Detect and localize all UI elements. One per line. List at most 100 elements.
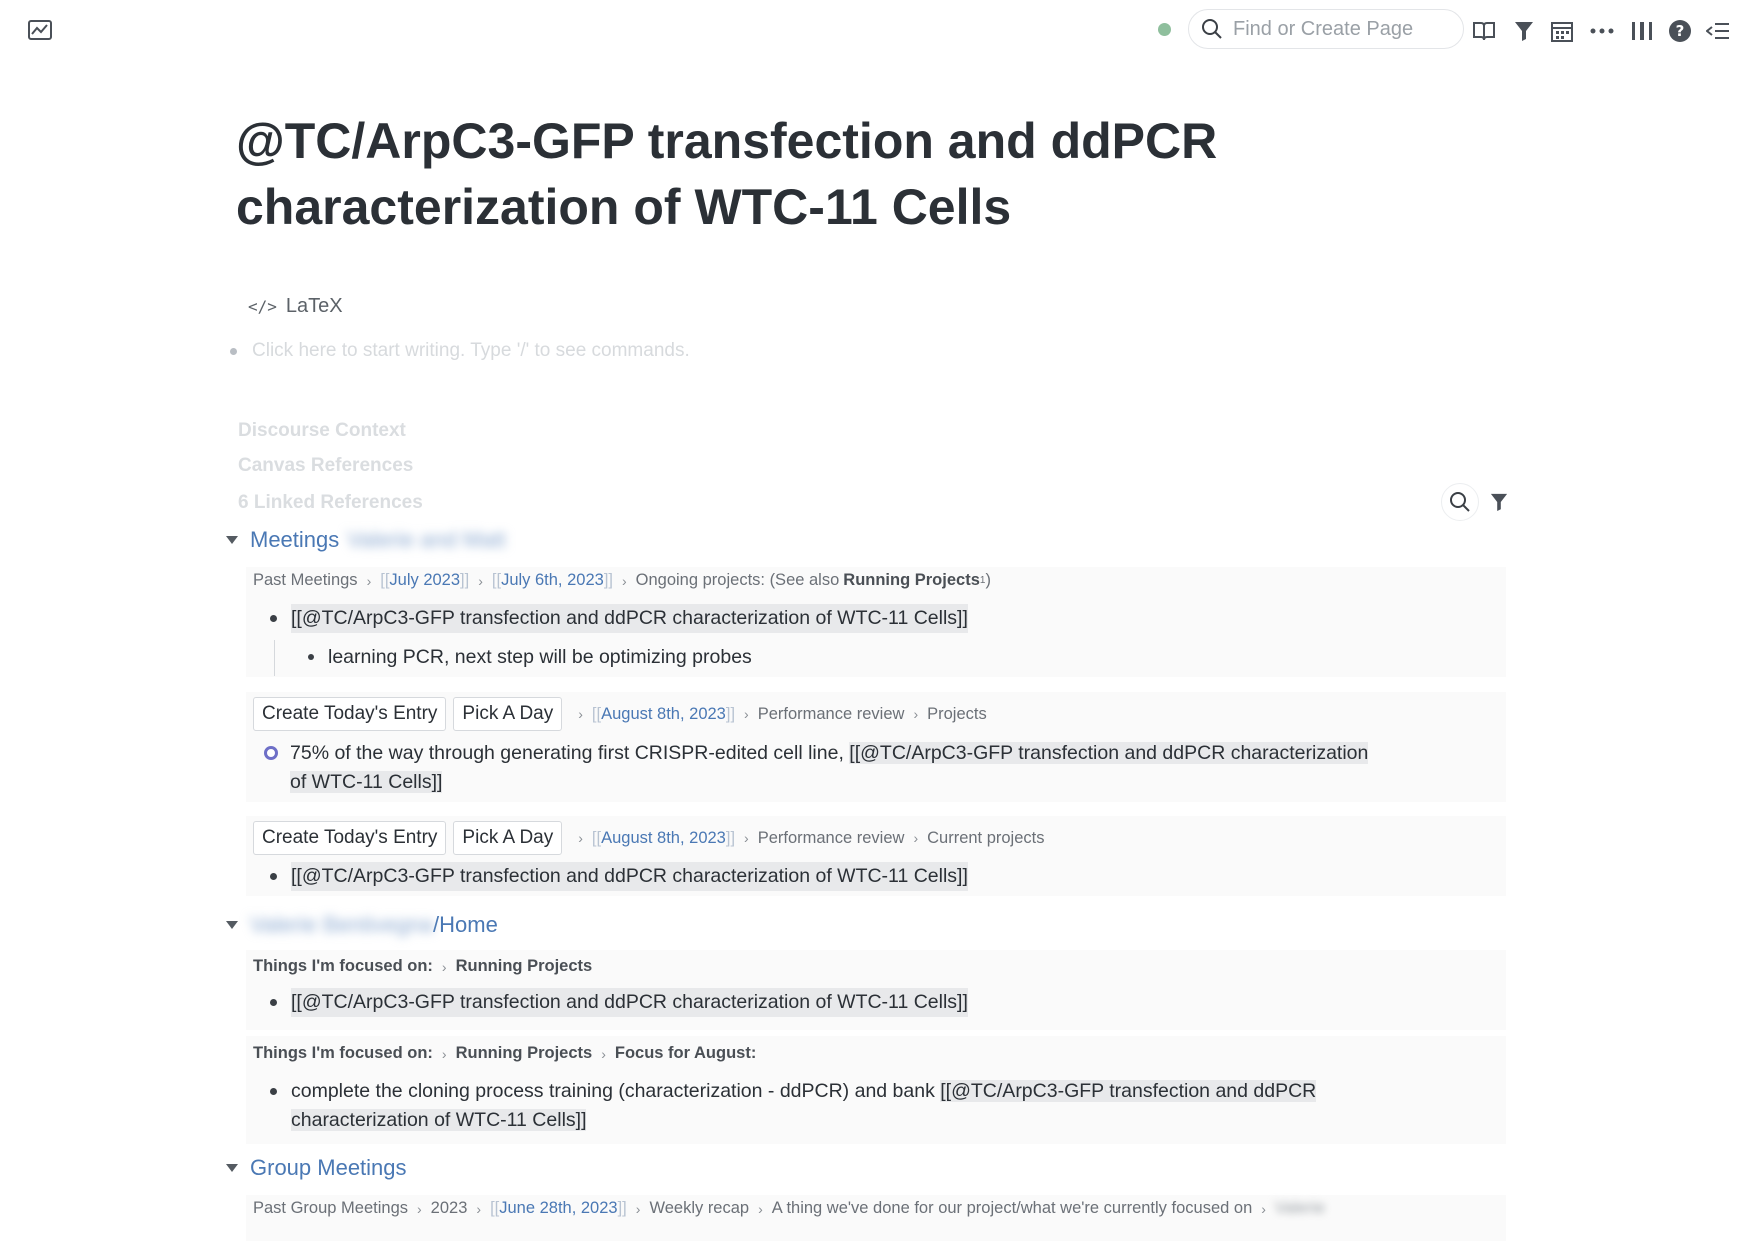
- group-meetings[interactable]: Meetings Valerie and Matt: [226, 527, 506, 553]
- crumb[interactable]: Ongoing projects: (See also: [636, 571, 840, 590]
- chevron-right-icon: ›: [744, 706, 749, 722]
- breadcrumb: Create Today's Entry Pick A Day › [[Augu…: [253, 821, 1045, 855]
- block-bullet: [230, 347, 237, 355]
- linked-references-heading[interactable]: 6 Linked References: [238, 492, 423, 514]
- chevron-right-icon: ›: [1261, 1200, 1266, 1217]
- topbar: ?: [0, 0, 1740, 62]
- chevron-right-icon: ›: [635, 1200, 641, 1217]
- breadcrumb: Create Today's Entry Pick A Day › [[Augu…: [253, 697, 987, 731]
- page-title[interactable]: @TC/ArpC3-GFP transfection and ddPCR cha…: [236, 108, 1336, 240]
- create-todays-entry-button[interactable]: Create Today's Entry: [253, 697, 447, 731]
- page-reference[interactable]: [[@TC/ArpC3-GFP transfection and ddPCR: [940, 1080, 1317, 1102]
- page-reference[interactable]: [[@TC/ArpC3-GFP transfection and ddPCR c…: [291, 862, 968, 891]
- chevron-right-icon: ›: [441, 958, 447, 975]
- group-home[interactable]: Valerie Bentivegna /Home: [226, 912, 498, 938]
- search-icon: [1450, 492, 1470, 512]
- block-bullet[interactable]: [270, 615, 277, 622]
- block-placeholder: Click here to start writing. Type '/' to…: [252, 340, 690, 361]
- search-input[interactable]: [1231, 16, 1455, 42]
- group-title[interactable]: Meetings: [250, 527, 339, 553]
- right-sidebar-icon[interactable]: [1704, 17, 1732, 45]
- sidebar-icon[interactable]: [1628, 17, 1656, 45]
- group-title[interactable]: /Home: [433, 912, 498, 938]
- page-reference-cont[interactable]: of WTC-11 Cells]]: [290, 771, 443, 793]
- crumb[interactable]: Things I'm focused on:: [253, 1044, 433, 1063]
- crumb-link[interactable]: August 8th, 2023: [601, 705, 726, 724]
- list-item[interactable]: complete the cloning process training (c…: [270, 1077, 1470, 1135]
- code-icon: </>: [248, 297, 277, 316]
- discourse-context-toggle[interactable]: Discourse Context: [238, 420, 406, 442]
- crumb-link[interactable]: July 6th, 2023: [501, 571, 604, 590]
- page-reference[interactable]: [[@TC/ArpC3-GFP transfection and ddPCR c…: [291, 604, 968, 633]
- latex-button[interactable]: </> LaTeX: [248, 295, 343, 318]
- page-reference[interactable]: [[@TC/ArpC3-GFP transfection and ddPCR c…: [291, 988, 968, 1017]
- caret-down-icon[interactable]: [226, 1164, 238, 1172]
- chevron-right-icon: ›: [478, 572, 483, 589]
- create-todays-entry-button[interactable]: Create Today's Entry: [253, 821, 447, 855]
- crumb-link[interactable]: July 2023: [389, 571, 460, 590]
- crumb-link[interactable]: June 28th, 2023: [499, 1199, 617, 1218]
- crumb[interactable]: Projects: [927, 705, 987, 724]
- calendar-icon[interactable]: [1548, 17, 1576, 45]
- crumb[interactable]: Current projects: [927, 829, 1044, 848]
- crumb-bold[interactable]: Running Projects: [843, 571, 980, 590]
- crumb[interactable]: A thing we've done for our project/what …: [772, 1199, 1252, 1218]
- crumb[interactable]: Past Meetings: [253, 571, 358, 590]
- block-bullet[interactable]: [270, 1088, 277, 1095]
- crumb[interactable]: Focus for August:: [615, 1044, 756, 1063]
- search-box[interactable]: [1188, 9, 1464, 49]
- crumb[interactable]: Performance review: [758, 829, 905, 848]
- chevron-right-icon: ›: [441, 1045, 447, 1062]
- group-title[interactable]: Group Meetings: [250, 1155, 407, 1181]
- block-bullet[interactable]: [308, 654, 314, 660]
- references-search-button[interactable]: [1441, 483, 1479, 521]
- chevron-right-icon: ›: [913, 706, 919, 722]
- todo-checkbox[interactable]: [264, 746, 278, 760]
- crumb[interactable]: Performance review: [758, 705, 905, 724]
- pick-a-day-button[interactable]: Pick A Day: [453, 821, 563, 855]
- more-icon[interactable]: [1588, 17, 1616, 45]
- crumb[interactable]: 2023: [431, 1199, 468, 1218]
- crumb[interactable]: Running Projects: [456, 1044, 593, 1063]
- breadcrumb: Past Meetings › [[July 2023]] › [[July 6…: [253, 571, 991, 590]
- crumb[interactable]: Things I'm focused on:: [253, 957, 433, 976]
- crumb[interactable]: Weekly recap: [649, 1199, 749, 1218]
- caret-down-icon[interactable]: [226, 921, 238, 929]
- list-item[interactable]: [[@TC/ArpC3-GFP transfection and ddPCR c…: [270, 988, 968, 1017]
- child-indent-line: [274, 640, 275, 676]
- list-item[interactable]: [[@TC/ArpC3-GFP transfection and ddPCR c…: [270, 862, 968, 891]
- block-bullet[interactable]: [270, 999, 277, 1006]
- filter-icon[interactable]: [1510, 17, 1538, 45]
- chevron-right-icon: ›: [417, 1200, 422, 1217]
- help-icon[interactable]: ?: [1666, 17, 1694, 45]
- group-title-blurred: Valerie and Matt: [347, 527, 506, 552]
- block-text[interactable]: complete the cloning process training (c…: [291, 1080, 940, 1102]
- svg-text:?: ?: [1676, 22, 1685, 40]
- crumb-link[interactable]: August 8th, 2023: [601, 829, 726, 848]
- canvas-references-toggle[interactable]: Canvas References: [238, 455, 413, 477]
- pick-a-day-button[interactable]: Pick A Day: [453, 697, 563, 731]
- list-item[interactable]: learning PCR, next step will be optimizi…: [308, 643, 752, 672]
- crumb[interactable]: Past Group Meetings: [253, 1199, 408, 1218]
- page-reference[interactable]: [[@TC/ArpC3-GFP transfection and ddPCR c…: [849, 742, 1369, 764]
- crumb[interactable]: Running Projects: [456, 957, 593, 976]
- sync-status-dot: [1158, 23, 1171, 36]
- chevron-right-icon: ›: [913, 830, 919, 846]
- filter-icon[interactable]: [1488, 490, 1510, 514]
- chevron-right-icon: ›: [621, 572, 627, 589]
- chevron-right-icon: ›: [578, 706, 583, 722]
- empty-block[interactable]: Click here to start writing. Type '/' to…: [230, 340, 690, 362]
- block-bullet[interactable]: [270, 873, 277, 880]
- graph-icon[interactable]: [28, 19, 56, 43]
- block-text[interactable]: learning PCR, next step will be optimizi…: [328, 643, 752, 672]
- chevron-right-icon: ›: [366, 572, 372, 589]
- breadcrumb: Past Group Meetings › 2023 › [[June 28th…: [253, 1199, 1326, 1218]
- list-item[interactable]: [[@TC/ArpC3-GFP transfection and ddPCR c…: [270, 604, 968, 633]
- book-icon[interactable]: [1470, 17, 1498, 45]
- latex-label: LaTeX: [285, 295, 343, 317]
- caret-down-icon[interactable]: [226, 536, 238, 544]
- block-text[interactable]: 75% of the way through generating first …: [290, 742, 849, 764]
- todo-item[interactable]: 75% of the way through generating first …: [264, 739, 1464, 797]
- page-reference-cont[interactable]: characterization of WTC-11 Cells]]: [291, 1109, 587, 1131]
- group-group-meetings[interactable]: Group Meetings: [226, 1155, 407, 1181]
